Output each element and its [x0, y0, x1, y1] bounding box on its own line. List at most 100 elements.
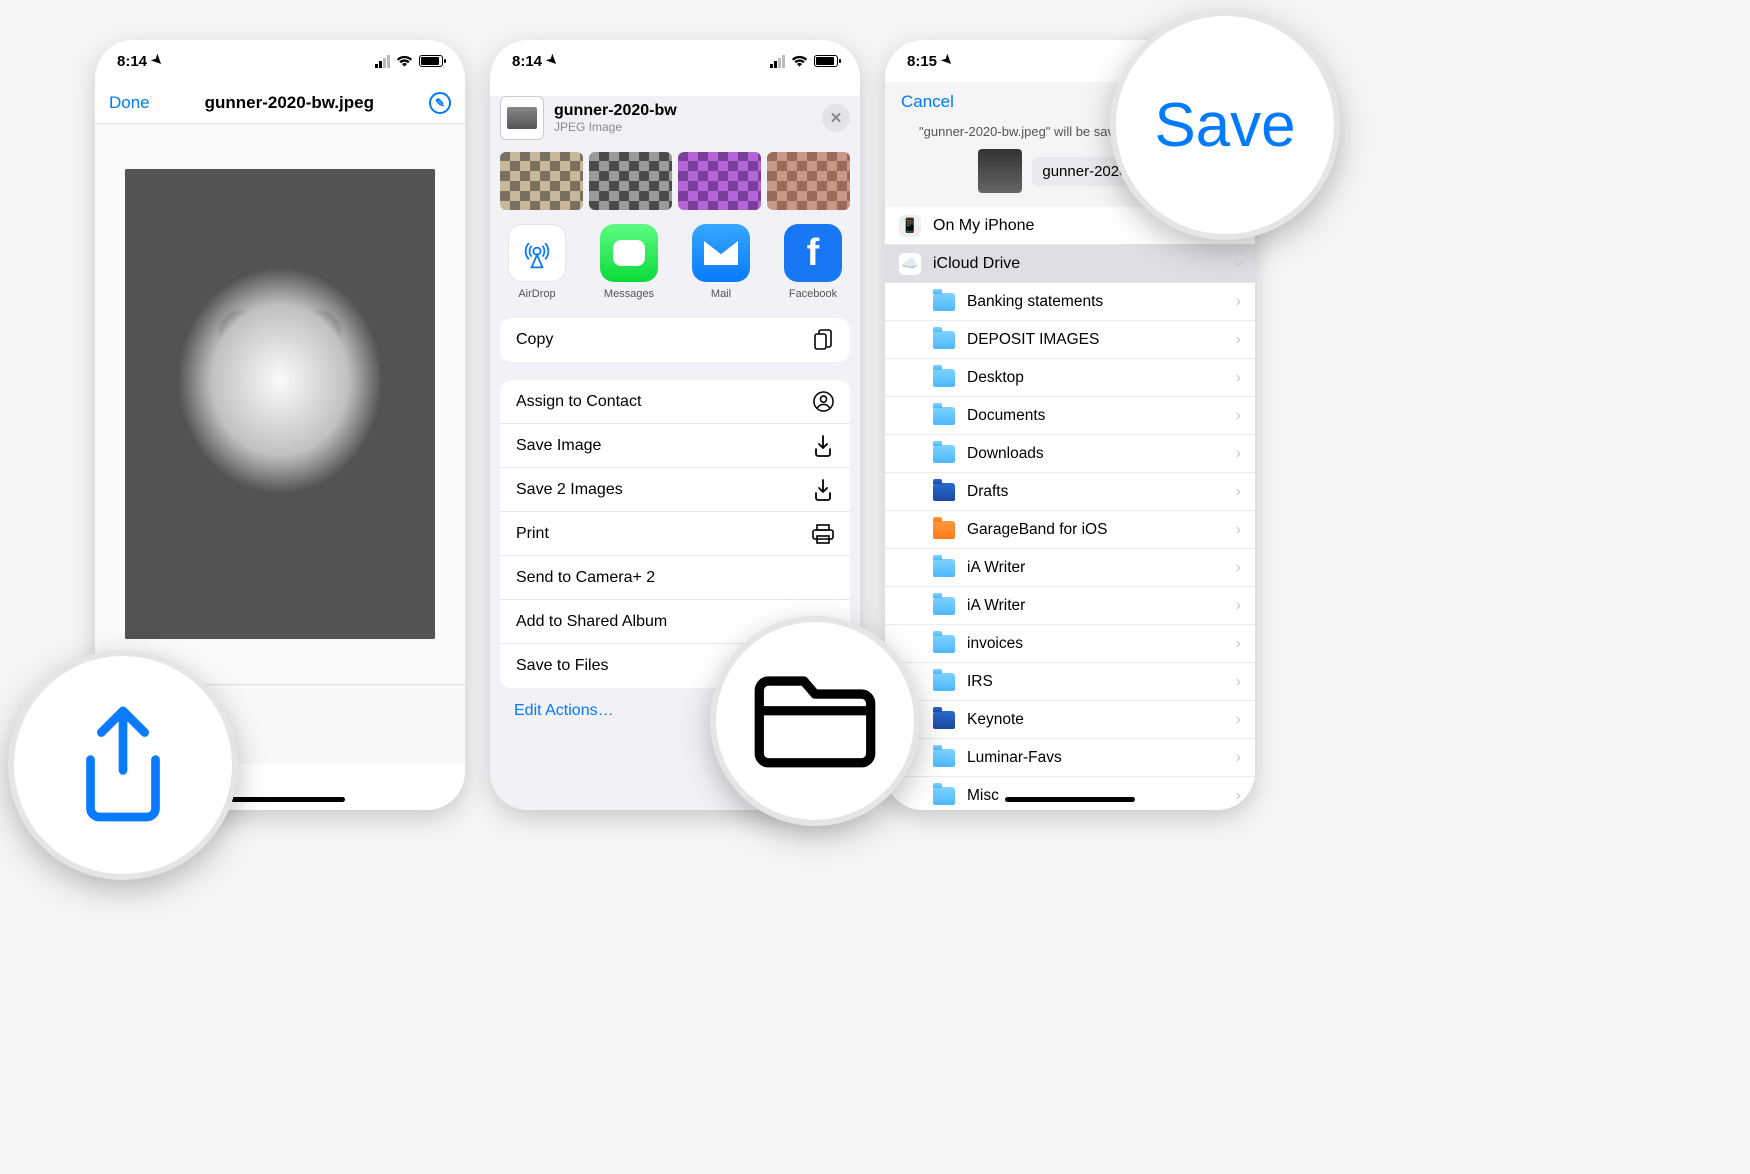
- folder-icon: [933, 483, 955, 501]
- chevron-right-icon: ›: [1236, 293, 1241, 311]
- download-icon: [812, 479, 834, 501]
- chevron-right-icon: ›: [1236, 787, 1241, 805]
- action-label: Copy: [516, 331, 553, 349]
- contact-avatar[interactable]: [500, 152, 583, 210]
- download-icon: [812, 435, 834, 457]
- share-sheet-header: gunner-2020-bw JPEG Image ✕: [500, 96, 850, 140]
- close-button[interactable]: ✕: [822, 104, 850, 132]
- location-icloud-drive[interactable]: ☁️ iCloud Drive ›: [885, 245, 1255, 283]
- copy-icon: [812, 329, 834, 351]
- folder-label: invoices: [967, 635, 1023, 653]
- location-arrow-icon: ➤: [148, 51, 167, 70]
- printer-icon: [812, 523, 834, 545]
- image-preview-area[interactable]: [95, 124, 465, 684]
- folder-row[interactable]: Desktop›: [885, 359, 1255, 397]
- status-time: 8:15: [907, 53, 937, 70]
- contact-avatar[interactable]: [767, 152, 850, 210]
- facebook-icon: f: [784, 224, 842, 282]
- action-label: Send to Camera+ 2: [516, 569, 655, 587]
- app-messages[interactable]: Messages: [592, 224, 666, 300]
- folder-label: Drafts: [967, 483, 1008, 501]
- location-label: iCloud Drive: [933, 255, 1020, 273]
- contact-avatar[interactable]: [678, 152, 761, 210]
- folder-row[interactable]: iA Writer ›: [885, 549, 1255, 587]
- battery-icon: [814, 55, 838, 67]
- folder-row[interactable]: Banking statements›: [885, 283, 1255, 321]
- callout-save-button: Save: [1110, 10, 1340, 240]
- file-name: gunner-2020-bw: [554, 102, 812, 120]
- chevron-down-icon: ›: [1229, 261, 1247, 266]
- folder-row[interactable]: DEPOSIT IMAGES›: [885, 321, 1255, 359]
- folder-row[interactable]: Documents›: [885, 397, 1255, 435]
- airdrop-contacts-row[interactable]: [500, 152, 850, 210]
- app-label: Mail: [711, 288, 731, 300]
- cellular-signal-icon: [375, 55, 390, 68]
- home-indicator[interactable]: [215, 797, 345, 802]
- callout-share-icon: [8, 650, 238, 880]
- location-arrow-icon: ➤: [938, 51, 957, 70]
- folder-row[interactable]: iA Writer›: [885, 587, 1255, 625]
- chevron-right-icon: ›: [1236, 749, 1241, 767]
- home-indicator[interactable]: [1005, 797, 1135, 802]
- folder-row[interactable]: Keynote›: [885, 701, 1255, 739]
- action-group-copy: Copy: [500, 318, 850, 362]
- action-copy[interactable]: Copy: [500, 318, 850, 362]
- action-save-2-images[interactable]: Save 2 Images: [500, 468, 850, 512]
- folder-icon: [933, 673, 955, 691]
- image-preview: [125, 169, 435, 639]
- chevron-right-icon: ›: [1236, 559, 1241, 577]
- app-label: Messages: [604, 288, 654, 300]
- action-save-image[interactable]: Save Image: [500, 424, 850, 468]
- done-button[interactable]: Done: [109, 93, 150, 113]
- icloud-icon: ☁️: [899, 253, 921, 275]
- folder-icon: [933, 369, 955, 387]
- folder-icon: [933, 331, 955, 349]
- cancel-button[interactable]: Cancel: [901, 92, 954, 112]
- folder-row[interactable]: invoices ›: [885, 625, 1255, 663]
- markup-icon[interactable]: ✎: [429, 92, 451, 114]
- status-time: 8:14: [117, 53, 147, 70]
- action-assign-contact[interactable]: Assign to Contact: [500, 380, 850, 424]
- messages-icon: [600, 224, 658, 282]
- app-mail[interactable]: Mail: [684, 224, 758, 300]
- folder-row[interactable]: GarageBand for iOS›: [885, 511, 1255, 549]
- folder-label: GarageBand for iOS: [967, 521, 1107, 539]
- folder-row[interactable]: Luminar-Favs ›: [885, 739, 1255, 777]
- folder-label: DEPOSIT IMAGES: [967, 331, 1099, 349]
- battery-icon: [419, 55, 443, 67]
- locations-list: 📱 On My iPhone › ☁️ iCloud Drive › Banki…: [885, 207, 1255, 810]
- airdrop-icon: [508, 224, 566, 282]
- file-thumbnail: [500, 96, 544, 140]
- action-label: Print: [516, 525, 549, 543]
- folder-row[interactable]: Downloads›: [885, 435, 1255, 473]
- action-send-camera-plus[interactable]: Send to Camera+ 2: [500, 556, 850, 600]
- chevron-right-icon: ›: [1236, 369, 1241, 387]
- folder-icon: [933, 711, 955, 729]
- folder-icon: [933, 635, 955, 653]
- folder-row[interactable]: IRS›: [885, 663, 1255, 701]
- chevron-right-icon: ›: [1236, 673, 1241, 691]
- folder-label: Luminar-Favs: [967, 749, 1062, 767]
- mail-icon: [692, 224, 750, 282]
- callout-folder-icon: [710, 616, 920, 826]
- chevron-right-icon: ›: [1236, 635, 1241, 653]
- folder-label: iA Writer: [967, 559, 1025, 577]
- chevron-right-icon: ›: [1236, 711, 1241, 729]
- wifi-icon: [791, 55, 808, 68]
- action-print[interactable]: Print: [500, 512, 850, 556]
- action-label: Add to Shared Album: [516, 613, 667, 631]
- location-label: On My iPhone: [933, 217, 1034, 235]
- folder-icon: [933, 293, 955, 311]
- folder-icon: [933, 521, 955, 539]
- folder-row[interactable]: Drafts›: [885, 473, 1255, 511]
- app-facebook[interactable]: f Facebook: [776, 224, 850, 300]
- app-airdrop[interactable]: AirDrop: [500, 224, 574, 300]
- status-time: 8:14: [512, 53, 542, 70]
- action-label: Save to Files: [516, 657, 608, 675]
- action-label: Assign to Contact: [516, 393, 641, 411]
- file-thumbnail: [978, 149, 1022, 193]
- folder-icon: [933, 559, 955, 577]
- folder-row[interactable]: Misc›: [885, 777, 1255, 810]
- folder-icon: [933, 749, 955, 767]
- contact-avatar[interactable]: [589, 152, 672, 210]
